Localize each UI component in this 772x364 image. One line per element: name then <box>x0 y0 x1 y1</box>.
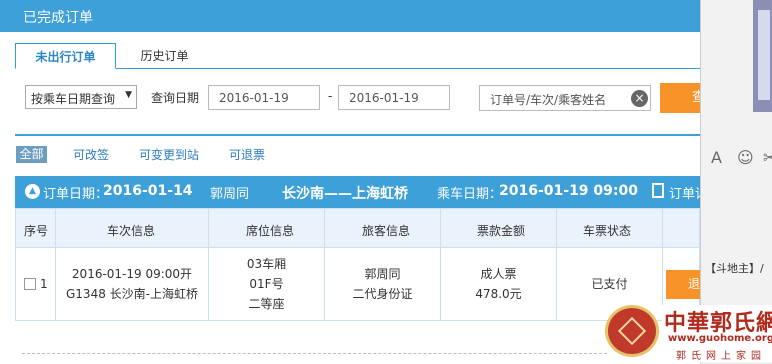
filter-all[interactable]: 全部 <box>16 146 47 163</box>
passenger-info: 郭周同 二代身份证 <box>325 264 440 304</box>
train-info: 2016-01-19 09:00开 G1348 长沙南-上海虹桥 <box>56 264 208 304</box>
query-type-select[interactable]: 按乘车日期查询 ▼ <box>25 85 137 109</box>
col-price: 票款金额 <box>477 224 526 238</box>
seat-number: 01F号 <box>249 277 284 291</box>
order-date: 2016-01-14 <box>103 183 193 199</box>
end-date-value: 2016-01-19 <box>349 91 419 105</box>
ride-date-label: 乘车日期： <box>437 187 503 202</box>
font-icon[interactable]: A <box>711 148 722 167</box>
page-header: 已完成订单 <box>0 0 700 32</box>
search-placeholder: 订单号/车次/乘客姓名 <box>490 93 607 107</box>
col-seat-info: 席位信息 <box>246 224 295 238</box>
side-chat-text: 【斗地主】/ <box>705 262 764 275</box>
seat-info: 03车厢 01F号 二等座 <box>209 254 324 314</box>
order-date-label: 订单日期： <box>43 187 109 202</box>
seal-pattern <box>617 316 647 346</box>
watermark-slogan: 郭氏网上家园 <box>676 351 766 362</box>
date-separator: - <box>328 89 333 103</box>
filter-refundable[interactable]: 可退票 <box>229 146 265 163</box>
ticket-price: 478.0元 <box>475 287 522 301</box>
filter-changeable[interactable]: 可改签 <box>73 146 109 163</box>
date-label: 查询日期 <box>151 91 200 105</box>
start-date-input[interactable]: 2016-01-19 <box>208 85 320 110</box>
refund-button[interactable]: 退票 <box>666 270 700 299</box>
side-avatar-highlight <box>758 10 770 100</box>
chevron-down-icon: ▼ <box>125 90 132 100</box>
col-divider <box>556 208 557 321</box>
order-passenger: 郭周同 <box>210 187 250 202</box>
row-index: 1 <box>40 277 48 291</box>
collapse-icon[interactable]: ▲ <box>25 184 40 199</box>
start-date-value: 2016-01-19 <box>219 91 289 105</box>
table-header: 序号 车次信息 席位信息 旅客信息 票款金额 车票状态 <box>15 208 700 248</box>
col-passenger-info: 旅客信息 <box>362 224 411 238</box>
price-info: 成人票 478.0元 <box>441 264 556 304</box>
ticket-status: 已支付 <box>591 277 628 291</box>
seat-car: 03车厢 <box>246 257 287 271</box>
train-number-route: G1348 长沙南-上海虹桥 <box>66 287 198 301</box>
ticket-type: 成人票 <box>480 267 517 281</box>
col-index: 序号 <box>24 224 49 238</box>
scissors-icon[interactable]: ✂ <box>763 148 772 167</box>
ride-datetime: 2016-01-19 09:00 <box>499 183 638 199</box>
seat-class: 二等座 <box>248 297 285 311</box>
document-icon <box>652 183 664 198</box>
watermark-url: www.guohome.org <box>668 333 772 344</box>
query-button[interactable]: 查询 <box>660 83 700 113</box>
col-train-info: 车次信息 <box>107 224 156 238</box>
section-divider <box>15 134 700 136</box>
page-title: 已完成订单 <box>23 10 93 26</box>
col-status: 车票状态 <box>583 224 632 238</box>
passenger-id-type: 二代身份证 <box>352 287 413 301</box>
emoji-icon[interactable]: ☺ <box>737 148 754 167</box>
passenger-name: 郭周同 <box>364 267 401 281</box>
train-departure: 2016-01-19 09:00开 <box>71 267 193 281</box>
row-checkbox[interactable] <box>24 278 36 290</box>
order-header: ▲ 订单日期： 2016-01-14 郭周同 长沙南——上海虹桥 乘车日期： 2… <box>15 176 708 208</box>
watermark-seal-logo <box>605 305 659 357</box>
end-date-input[interactable]: 2016-01-19 <box>338 85 450 110</box>
clear-icon[interactable]: × <box>631 90 648 107</box>
order-route: 长沙南——上海虹桥 <box>282 186 408 202</box>
search-input[interactable]: 订单号/车次/乘客姓名 × <box>479 85 651 111</box>
filter-station-change[interactable]: 可变更到站 <box>139 146 199 163</box>
query-type-value: 按乘车日期查询 <box>31 92 116 106</box>
dashed-divider <box>22 353 607 354</box>
tab-upcoming-orders[interactable]: 未出行订单 <box>15 43 116 69</box>
tab-history-orders[interactable]: 历史订单 <box>117 43 212 69</box>
watermark-logo: 中華郭氏網 www.guohome.org 郭氏网上家园 <box>662 305 772 362</box>
